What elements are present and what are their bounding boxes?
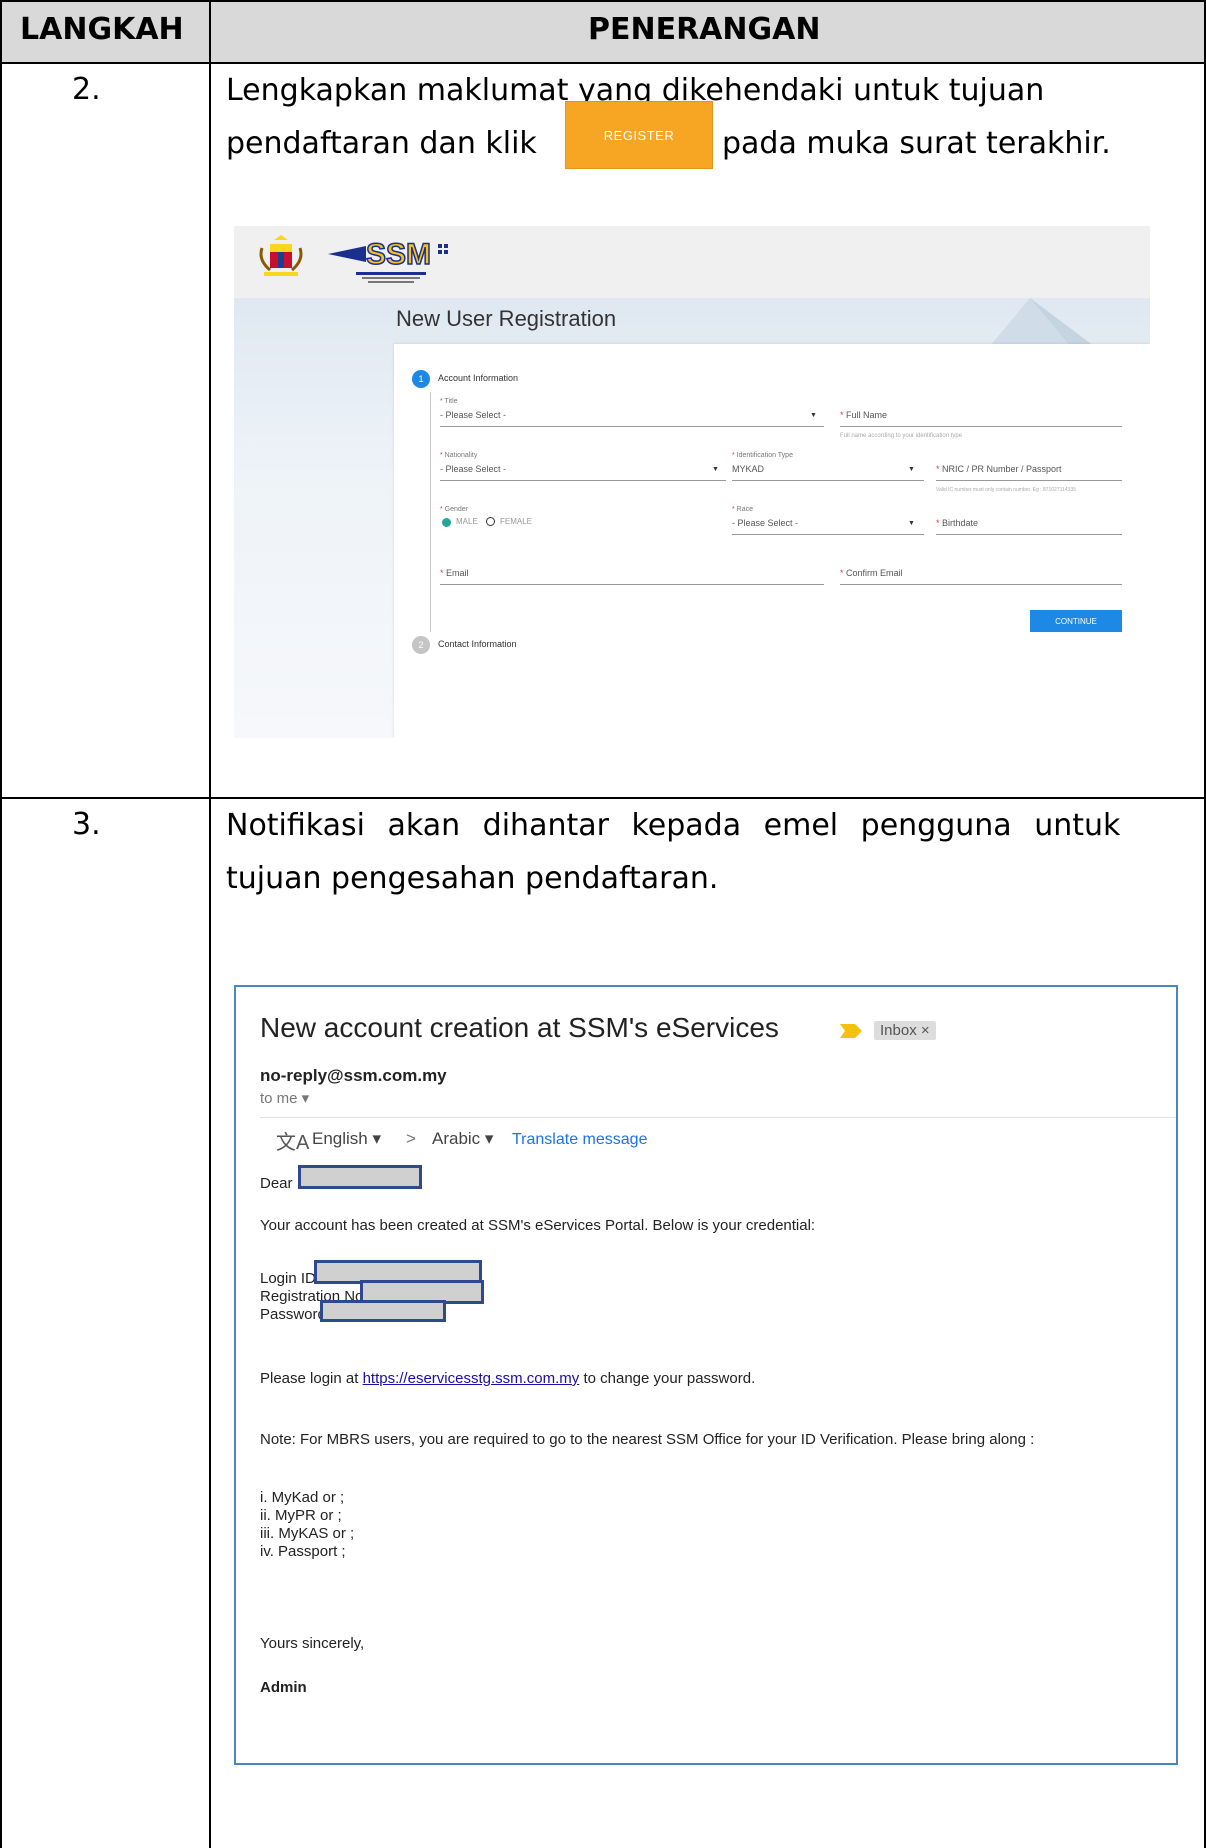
redacted-name — [298, 1165, 422, 1189]
race-dropdown-icon[interactable]: ▼ — [908, 520, 915, 527]
gender-female-radio[interactable] — [486, 517, 495, 526]
target-language-select[interactable]: Arabic ▾ — [432, 1129, 493, 1149]
login-instruction: Please login at https://eservicesstg.ssm… — [260, 1370, 756, 1387]
email-recipient-toggle[interactable]: to me ▾ — [260, 1089, 309, 1107]
instruction-table: LANGKAH PENERANGAN 2. Lengkapkan makluma… — [0, 0, 1206, 1848]
step2-desc-line2b: pada muka surat terakhir. — [722, 126, 1111, 161]
step-1-label: Account Information — [438, 373, 519, 383]
email-field[interactable]: * Email — [440, 568, 469, 578]
source-language-select[interactable]: English ▾ — [312, 1129, 381, 1149]
step-number-3: 3. — [72, 807, 101, 842]
email-underline — [440, 584, 824, 585]
title-label: * Title — [440, 398, 458, 405]
list-item: iii. MyKAS or ; — [260, 1525, 355, 1542]
fullname-field[interactable]: * Full Name — [840, 410, 887, 420]
portal-header: SSM — [234, 226, 1150, 299]
ssm-logo-icon: SSM — [328, 237, 448, 283]
header-langkah: LANGKAH — [20, 12, 184, 47]
nationality-dropdown-icon[interactable]: ▼ — [712, 466, 719, 473]
fullname-underline — [840, 426, 1122, 427]
header-penerangan: PENERANGAN — [588, 12, 821, 47]
nationality-select[interactable]: - Please Select - — [440, 464, 506, 474]
arrow-icon: > — [406, 1129, 416, 1148]
malaysia-crest-icon — [259, 235, 303, 276]
step3-desc-line2: tujuan pengesahan pendaftaran. — [226, 861, 719, 896]
list-item: ii. MyPR or ; — [260, 1507, 342, 1524]
nric-hint: Valid IC number must only contain number… — [936, 487, 1076, 493]
eservices-link[interactable]: https://eservicesstg.ssm.com.my — [363, 1370, 580, 1387]
confirm-email-field[interactable]: * Confirm Email — [840, 568, 903, 578]
form-title: New User Registration — [396, 306, 617, 331]
mbrs-note: Note: For MBRS users, you are required t… — [260, 1431, 1035, 1448]
svg-text:SSM: SSM — [366, 238, 431, 271]
idtype-label: * Identification Type — [732, 452, 793, 459]
table-border-top — [0, 0, 1206, 2]
idtype-underline — [732, 480, 924, 481]
register-button[interactable]: REGISTER — [565, 101, 713, 169]
nationality-label: * Nationality — [440, 452, 478, 459]
list-item: i. MyKad or ; — [260, 1489, 345, 1506]
form-card: 1 Account Information * Title - Please S… — [394, 344, 1150, 738]
step-number-2: 2. — [72, 72, 101, 107]
birthdate-underline — [936, 534, 1122, 535]
gender-male-label: MALE — [456, 517, 478, 526]
continue-button[interactable]: CONTINUE — [1030, 610, 1122, 632]
nric-field[interactable]: * NRIC / PR Number / Passport — [936, 464, 1062, 474]
gender-label: * Gender — [440, 506, 469, 513]
step-connector — [430, 392, 431, 632]
confirm-email-underline — [840, 584, 1122, 585]
fullname-hint: Full name according to your identificati… — [840, 433, 963, 439]
email-signature: Admin — [260, 1679, 307, 1696]
email-intro: Your account has been created at SSM's e… — [260, 1217, 816, 1234]
translate-message-link[interactable]: Translate message — [512, 1131, 647, 1149]
nationality-underline — [440, 480, 726, 481]
idtype-select[interactable]: MYKAD — [732, 464, 764, 474]
step-2-indicator: 2 — [412, 636, 430, 654]
email-subject: New account creation at SSM's eServices — [260, 1012, 779, 1043]
step-2-label: Contact Information — [438, 639, 517, 649]
email-screenshot: New account creation at SSM's eServices … — [234, 985, 1178, 1765]
idtype-dropdown-icon[interactable]: ▼ — [908, 466, 915, 473]
email-divider — [260, 1117, 1176, 1118]
gender-female-label: FEMALE — [500, 517, 533, 526]
race-underline — [732, 534, 924, 535]
translate-icon: 文A — [276, 1132, 310, 1154]
inbox-label-chip[interactable]: Inbox × — [874, 1021, 936, 1040]
importance-marker-icon[interactable] — [840, 1024, 862, 1038]
password-label: Password — [260, 1306, 326, 1323]
step-1-indicator: 1 — [412, 370, 430, 388]
email-closing: Yours sincerely, — [260, 1635, 365, 1652]
step2-desc-line2a: pendaftaran dan klik — [226, 126, 537, 161]
email-sender: no-reply@ssm.com.my — [260, 1066, 447, 1085]
title-underline — [440, 426, 824, 427]
table-border-left — [0, 0, 2, 1848]
step3-desc-line1: Notifikasi akan dihantar kepada emel pen… — [226, 808, 1121, 843]
table-column-divider — [209, 0, 211, 1848]
race-label: * Race — [732, 506, 754, 513]
registration-form-screenshot: SSM New User Registration 1 Account Info… — [234, 226, 1150, 738]
login-id-label: Login ID — [260, 1270, 316, 1287]
nric-underline — [936, 480, 1122, 481]
race-select[interactable]: - Please Select - — [732, 518, 798, 528]
title-dropdown-icon[interactable]: ▼ — [810, 412, 817, 419]
title-select[interactable]: - Please Select - — [440, 410, 506, 420]
gender-male-radio[interactable] — [442, 518, 451, 527]
birthdate-field[interactable]: * Birthdate — [936, 518, 978, 528]
redacted-password — [320, 1300, 446, 1322]
email-greeting: Dear — [260, 1175, 293, 1192]
list-item: iv. Passport ; — [260, 1543, 346, 1560]
